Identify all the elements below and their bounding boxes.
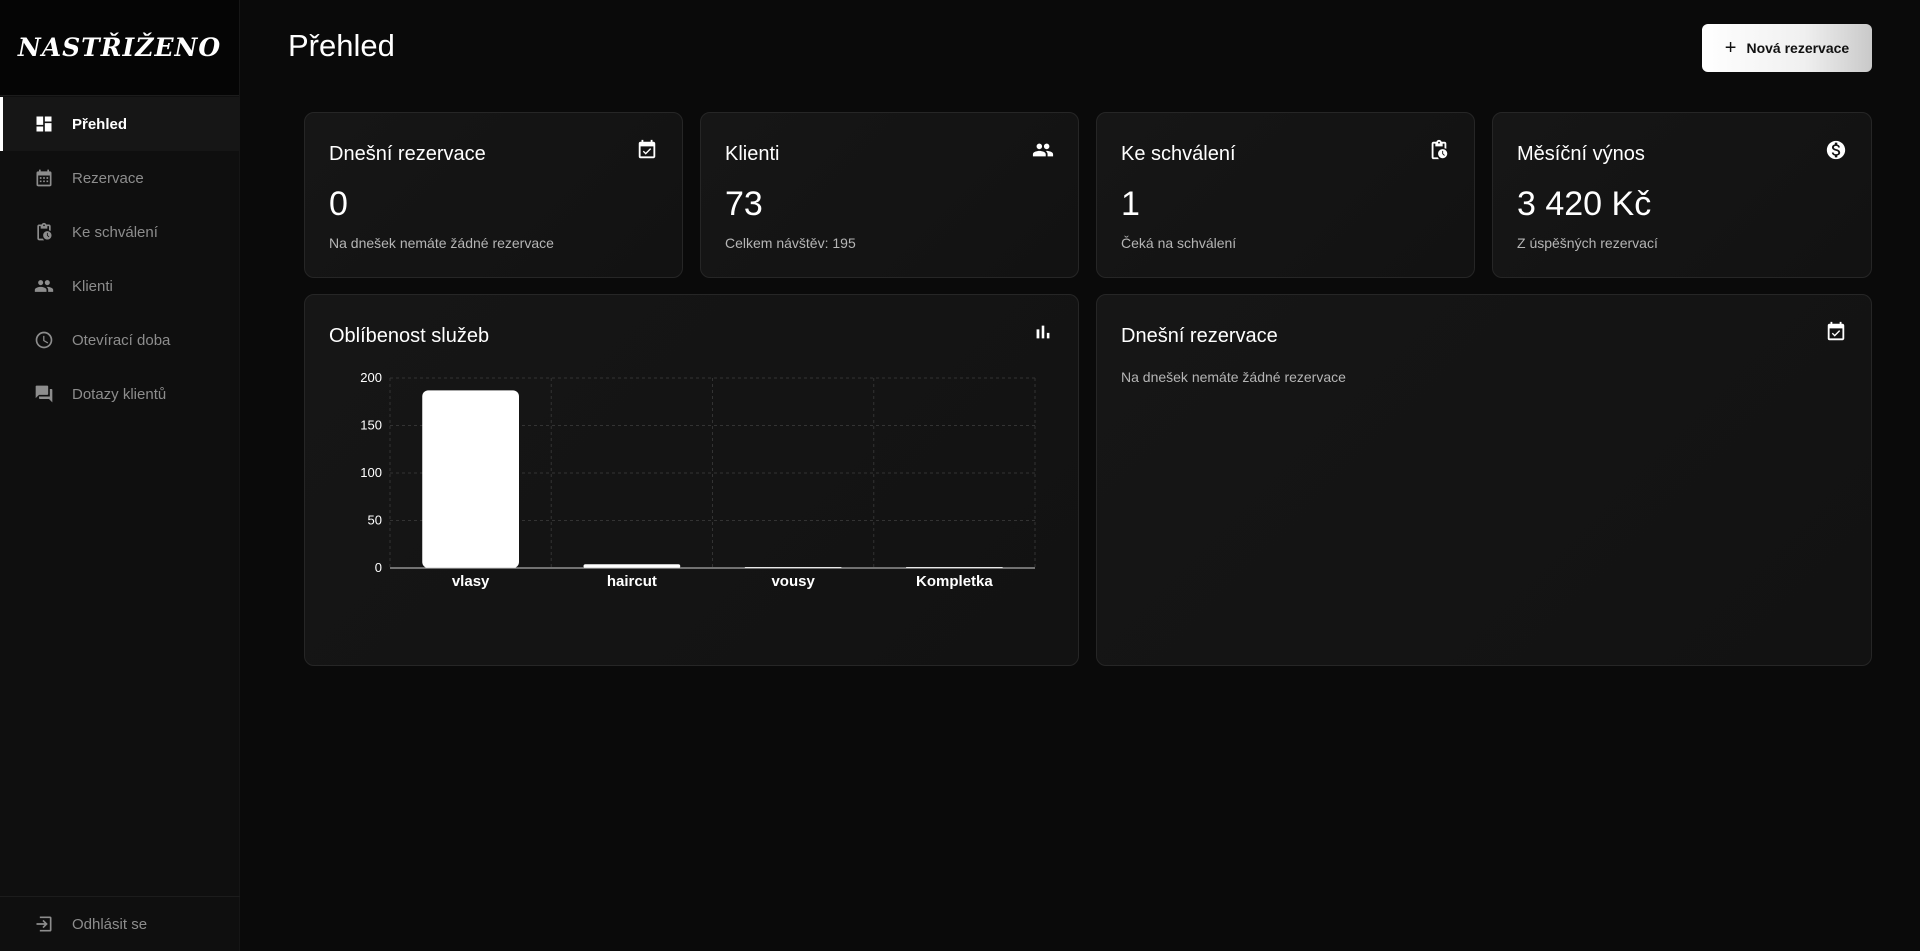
- sidebar-item-label: Rezervace: [72, 169, 144, 187]
- stat-card-pending-approval: Ke schválení 1 Čeká na schválení: [1096, 112, 1475, 278]
- sidebar-item-label: Dotazy klientů: [72, 385, 167, 403]
- logo-text: NASTŘIŽENO: [17, 33, 222, 62]
- bar: [422, 390, 519, 568]
- sidebar: NASTŘIŽENO Přehled Rezervace Ke schválen…: [0, 0, 240, 951]
- page-title: Přehled: [288, 28, 395, 63]
- sidebar-item-label: Otevírací doba: [72, 331, 171, 349]
- y-tick-label: 150: [360, 418, 382, 433]
- people-icon: [34, 276, 54, 296]
- sidebar-item-label: Ke schválení: [72, 223, 158, 241]
- sidebar-item-oteviraci-doba[interactable]: Otevírací doba: [0, 313, 240, 367]
- chat-icon: [34, 384, 54, 404]
- logo[interactable]: NASTŘIŽENO: [0, 0, 239, 96]
- dashboard-icon: [34, 114, 54, 134]
- clock-icon: [34, 330, 54, 350]
- y-tick-label: 50: [368, 513, 382, 528]
- stat-card-subtitle: Na dnešek nemáte žádné rezervace: [329, 235, 554, 251]
- sidebar-item-label: Přehled: [72, 115, 128, 133]
- stat-card-subtitle: Celkem návštěv: 195: [725, 235, 856, 251]
- clipboard-clock-icon: [34, 222, 54, 242]
- sidebar-nav: Přehled Rezervace Ke schválení Klienti O…: [0, 97, 240, 421]
- plus-icon: +: [1724, 37, 1737, 59]
- sidebar-item-label: Klienti: [72, 277, 113, 295]
- logout-icon: [34, 914, 54, 934]
- x-tick-label: Kompletka: [916, 573, 993, 590]
- y-tick-label: 200: [360, 370, 382, 385]
- stat-card-value: 3 420 Kč: [1517, 185, 1652, 223]
- logout-button[interactable]: Odhlásit se: [0, 896, 240, 951]
- x-tick-label: vousy: [771, 573, 815, 590]
- sidebar-item-prehled[interactable]: Přehled: [0, 97, 240, 151]
- stat-card-subtitle: Z úspěšných rezervací: [1517, 235, 1658, 251]
- new-reservation-label: Nová rezervace: [1746, 40, 1850, 56]
- stat-card-clients: Klienti 73 Celkem návštěv: 195: [700, 112, 1079, 278]
- stat-card-value: 0: [329, 185, 348, 223]
- stat-card-today-reservations: Dnešní rezervace 0 Na dnešek nemáte žádn…: [304, 112, 683, 278]
- calendar-check-icon: [1825, 321, 1847, 343]
- stat-card-title: Klienti: [725, 143, 780, 165]
- stat-card-value: 1: [1121, 185, 1140, 223]
- stat-card-title: Dnešní rezervace: [329, 143, 486, 165]
- y-tick-label: 100: [360, 465, 382, 480]
- bar: [583, 564, 681, 568]
- sidebar-item-rezervace[interactable]: Rezervace: [0, 151, 240, 205]
- calendar-icon: [34, 168, 54, 188]
- people-icon: [1032, 139, 1054, 161]
- today-reservations-panel: Dnešní rezervace Na dnešek nemáte žádné …: [1096, 294, 1872, 666]
- stat-card-title: Měsíční výnos: [1517, 143, 1645, 165]
- calendar-check-icon: [636, 139, 658, 161]
- new-reservation-button[interactable]: + Nová rezervace: [1702, 24, 1872, 72]
- stat-card-value: 73: [725, 185, 763, 223]
- stat-card-title: Ke schválení: [1121, 143, 1236, 165]
- services-bar-chart: 0 50 100 150 200 vlasy haircut vousy Kompletka: [360, 370, 1036, 590]
- sidebar-item-dotazy-klientu[interactable]: Dotazy klientů: [0, 367, 240, 421]
- dollar-circle-icon: [1825, 139, 1847, 161]
- y-tick-label: 0: [375, 560, 382, 575]
- stat-card-monthly-revenue: Měsíční výnos 3 420 Kč Z úspěšných rezer…: [1492, 112, 1872, 278]
- panel-title: Dnešní rezervace: [1121, 325, 1278, 347]
- empty-state-text: Na dnešek nemáte žádné rezervace: [1121, 369, 1346, 385]
- sidebar-item-klienti[interactable]: Klienti: [0, 259, 240, 313]
- stat-card-subtitle: Čeká na schválení: [1121, 235, 1237, 251]
- x-tick-label: vlasy: [452, 573, 490, 590]
- sidebar-item-ke-schvaleni[interactable]: Ke schválení: [0, 205, 240, 259]
- services-popularity-panel: Oblíbenost služeb 0 50 100 150 200 vlasy hairc…: [304, 294, 1079, 666]
- logout-label: Odhlásit se: [72, 915, 148, 933]
- x-tick-label: haircut: [607, 573, 657, 590]
- clipboard-clock-icon: [1428, 139, 1450, 161]
